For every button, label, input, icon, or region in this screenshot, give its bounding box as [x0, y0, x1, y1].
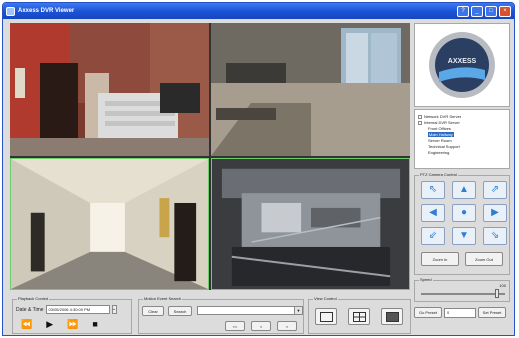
arrow-down-left-icon: ⇙ — [428, 230, 438, 241]
full-screen-button[interactable] — [381, 308, 403, 325]
view-control-label: View Control — [313, 296, 338, 301]
ptz-control-group: PTZ Camera Control ⇖ ▲ ⇗ ◀ ● ▶ ⇙ ▼ ⇘ Zoo… — [414, 172, 510, 275]
camera-3-image — [11, 159, 208, 289]
date-time-field[interactable]: 03/05/2006 4:30:00 PM — [45, 305, 110, 314]
camera-view-3[interactable] — [10, 158, 209, 290]
arrow-up-right-icon: ⇗ — [490, 184, 500, 195]
zoom-out-button[interactable]: Zoom Out — [465, 252, 503, 266]
zoom-row: Zoom In Zoom Out — [421, 252, 503, 266]
camera-2-image — [211, 23, 410, 156]
ptz-grid: ⇖ ▲ ⇗ ◀ ● ▶ ⇙ ▼ ⇘ — [421, 181, 507, 245]
full-screen-icon — [385, 311, 399, 322]
pan-right-button[interactable]: ▶ — [483, 204, 507, 222]
preset-row: Go Preset 0 Set Preset — [414, 307, 512, 318]
ptz-home-button[interactable]: ● — [452, 204, 476, 222]
play-icon[interactable]: ▶ — [46, 320, 53, 329]
arrow-right-icon: ▶ — [491, 207, 499, 218]
motion-search-label: Motion Event Search — [143, 296, 183, 301]
quad-view-icon — [352, 311, 366, 322]
arrow-down-right-icon: ⇘ — [490, 230, 500, 241]
expand-icon[interactable] — [418, 114, 422, 119]
maximize-button[interactable]: □ — [485, 5, 497, 17]
set-preset-button[interactable]: Set Preset — [478, 307, 506, 318]
camera-1-image — [10, 23, 209, 156]
help-button[interactable]: ? — [457, 5, 469, 17]
view-control-group: View Control — [308, 296, 411, 334]
logo-text: AXXESS — [448, 58, 477, 65]
camera-tree[interactable]: Network DVR Server Internal DVR Server F… — [414, 109, 510, 169]
preset-number-field[interactable]: 0 — [444, 307, 476, 318]
date-row: Date & Time 03/05/2006 4:30:00 PM ▴ — [16, 305, 117, 314]
search-button[interactable]: Search — [168, 306, 192, 316]
clear-button[interactable]: Clear — [142, 306, 164, 316]
collapse-icon[interactable] — [418, 120, 422, 125]
window-controls: ? _ □ × — [457, 5, 511, 17]
single-view-button[interactable] — [315, 308, 337, 325]
arrow-up-left-icon: ⇖ — [428, 184, 438, 195]
next-event-button[interactable]: > — [277, 321, 297, 331]
camera-view-4[interactable] — [211, 158, 410, 290]
pan-up-left-button[interactable]: ⇖ — [421, 181, 445, 199]
pan-up-button[interactable]: ▲ — [452, 181, 476, 199]
arrow-down-icon: ▼ — [459, 230, 469, 241]
camera-4-image — [212, 159, 409, 289]
speed-slider-thumb[interactable] — [494, 289, 499, 298]
previous-event-button[interactable]: < — [251, 321, 271, 331]
speed-label: Speed — [419, 277, 433, 282]
transport-controls: ⏪ ▶ ⏩ ■ — [21, 320, 98, 329]
camera-view-1[interactable] — [10, 23, 209, 156]
chevron-down-icon[interactable]: ▼ — [294, 307, 302, 314]
stop-icon[interactable]: ■ — [92, 320, 97, 329]
logo-panel: AXXESS — [414, 23, 510, 107]
pan-down-right-button[interactable]: ⇘ — [483, 227, 507, 245]
playback-control-group: Playback Control Date & Time 03/05/2006 … — [12, 296, 132, 334]
circle-icon: ● — [460, 207, 468, 218]
motion-event-select[interactable]: ▼ — [197, 306, 303, 315]
speed-slider-track[interactable] — [421, 293, 505, 295]
date-spin-icon[interactable]: ▴ — [111, 305, 117, 314]
fast-forward-icon[interactable]: ⏩ — [67, 320, 78, 329]
arrow-left-icon: ◀ — [429, 207, 437, 218]
app-icon — [6, 6, 15, 16]
pan-up-right-button[interactable]: ⇗ — [483, 181, 507, 199]
video-grid — [10, 23, 410, 290]
title-bar[interactable]: Axxess DVR Viewer ? _ □ × — [3, 3, 514, 19]
quad-view-button[interactable] — [348, 308, 370, 325]
right-panel: AXXESS Network DVR Server Internal DVR S… — [414, 23, 512, 333]
playback-label: Playback Control — [17, 296, 50, 301]
go-preset-button[interactable]: Go Preset — [414, 307, 442, 318]
zoom-in-button[interactable]: Zoom In — [421, 252, 459, 266]
date-time-label: Date & Time — [16, 306, 44, 313]
single-view-icon — [319, 311, 333, 322]
first-event-button[interactable]: << — [225, 321, 245, 331]
close-button[interactable]: × — [499, 5, 511, 17]
rewind-icon[interactable]: ⏪ — [21, 320, 32, 329]
pan-down-button[interactable]: ▼ — [452, 227, 476, 245]
minimize-button[interactable]: _ — [471, 5, 483, 17]
ptz-label: PTZ Camera Control — [419, 172, 458, 177]
arrow-up-icon: ▲ — [459, 184, 469, 195]
camera-view-2[interactable] — [211, 23, 410, 156]
motion-search-group: Motion Event Search Clear Search ▼ << < … — [138, 296, 304, 334]
pan-down-left-button[interactable]: ⇙ — [421, 227, 445, 245]
tree-item[interactable]: Engineering — [418, 150, 506, 156]
axxess-logo-icon: AXXESS — [429, 32, 495, 98]
speed-value: 100 — [499, 283, 506, 288]
speed-control-group: Speed 100 — [414, 277, 510, 302]
pan-left-button[interactable]: ◀ — [421, 204, 445, 222]
window-title: Axxess DVR Viewer — [18, 8, 75, 14]
